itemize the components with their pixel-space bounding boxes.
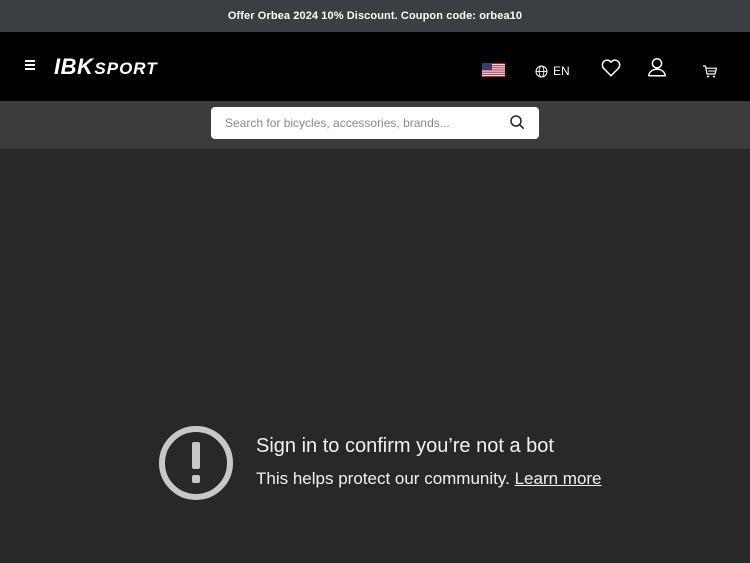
hamburger-menu-icon[interactable] [20, 58, 40, 78]
bot-check-title: Sign in to confirm you’re not a bot [256, 435, 554, 457]
logo-primary-text: IBK [54, 54, 94, 79]
main-content: Sign in to confirm you’re not a bot This… [0, 149, 750, 563]
promo-text: Offer Orbea 2024 10% Discount. Coupon co… [227, 10, 523, 22]
logo-secondary-text: SPORT [94, 59, 158, 78]
search-input[interactable] [211, 107, 501, 139]
search-bar-strip [0, 101, 750, 149]
heart-icon[interactable] [600, 57, 622, 79]
cart-icon[interactable] [702, 63, 718, 79]
user-icon[interactable] [646, 56, 668, 78]
bot-check-message: This helps protect our community. Learn … [256, 467, 602, 491]
search-icon[interactable] [509, 114, 525, 130]
learn-more-link[interactable]: Learn more [515, 469, 602, 488]
us-flag-icon[interactable] [482, 63, 505, 77]
bot-check-body-text: This helps protect our community. [256, 469, 510, 488]
search-box [211, 107, 539, 139]
exclamation-circle-icon [159, 426, 233, 500]
language-label: EN [553, 64, 570, 78]
globe-icon [535, 65, 548, 77]
promo-banner: Offer Orbea 2024 10% Discount. Coupon co… [0, 0, 750, 32]
ibksport-logo[interactable]: IBK SPORT [54, 54, 158, 79]
language-selector[interactable]: EN [535, 63, 570, 79]
site-header: IBK SPORT EN [0, 32, 750, 101]
